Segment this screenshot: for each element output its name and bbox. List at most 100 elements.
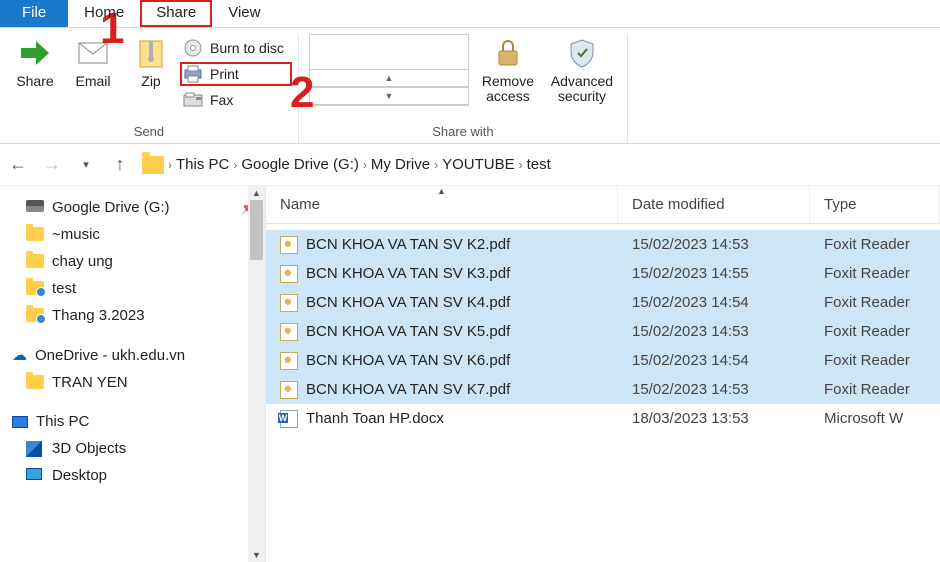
fax-button[interactable]: Fax: [180, 88, 292, 112]
desktop-icon: [26, 468, 44, 484]
tree-item[interactable]: ~music: [8, 221, 261, 248]
tree-item[interactable]: 3D Objects: [8, 435, 261, 462]
folder-shared-icon: [26, 308, 44, 324]
chevron-right-icon[interactable]: ›: [519, 158, 523, 172]
folder-shared-icon: [26, 281, 44, 297]
nav-up-button[interactable]: ↑: [108, 153, 132, 177]
tab-file[interactable]: File: [0, 0, 68, 27]
share-with-list[interactable]: ▲ ▼: [309, 34, 469, 106]
advanced-security-button[interactable]: Advanced security: [543, 34, 621, 105]
zip-label: Zip: [141, 74, 160, 89]
tree-item-label: Desktop: [52, 467, 107, 484]
disc-icon: [182, 38, 204, 58]
tree-group-onedrive[interactable]: ☁ OneDrive - ukh.edu.vn: [8, 341, 261, 369]
tree-item[interactable]: chay ung: [8, 248, 261, 275]
table-row[interactable]: BCN KHOA VA TAN SV K4.pdf15/02/2023 14:5…: [266, 288, 940, 317]
burn-label: Burn to disc: [210, 40, 284, 56]
file-date: 15/02/2023 14:53: [618, 323, 810, 340]
column-header-date[interactable]: Date modified: [618, 186, 810, 223]
column-header-type[interactable]: Type: [810, 186, 940, 223]
crumb-drive[interactable]: Google Drive (G:): [241, 156, 359, 173]
table-row[interactable]: BCN KHOA VA TAN SV K6.pdf15/02/2023 14:5…: [266, 346, 940, 375]
chevron-right-icon[interactable]: ›: [363, 158, 367, 172]
tab-share[interactable]: Share: [140, 0, 212, 27]
pdf-file-icon: [280, 236, 298, 254]
breadcrumb-folder-icon: [142, 156, 164, 174]
sort-ascending-icon: ▲: [437, 186, 446, 196]
chevron-right-icon[interactable]: ›: [168, 158, 172, 172]
file-name: BCN KHOA VA TAN SV K6.pdf: [306, 352, 510, 369]
zip-icon: [134, 36, 168, 70]
table-row[interactable]: BCN KHOA VA TAN SV K2.pdf15/02/2023 14:5…: [266, 230, 940, 259]
email-button[interactable]: Email: [64, 34, 122, 89]
tree-item[interactable]: TRAN YEN: [8, 369, 261, 396]
crumb-test[interactable]: test: [527, 156, 551, 173]
share-label: Share: [16, 74, 53, 89]
tree-item[interactable]: Google Drive (G:) 📌: [8, 194, 261, 221]
advanced-security-label: Advanced security: [543, 74, 621, 105]
file-type: Foxit Reader: [810, 323, 940, 340]
fax-icon: [182, 90, 204, 110]
body-split: Google Drive (G:) 📌 ~music chay ung test…: [0, 186, 940, 562]
file-date: 18/03/2023 13:53: [618, 410, 810, 427]
tab-view[interactable]: View: [212, 0, 276, 27]
print-label: Print: [210, 66, 239, 82]
crumb-my-drive[interactable]: My Drive: [371, 156, 430, 173]
nav-forward-button[interactable]: →: [40, 153, 64, 177]
column-label: Type: [824, 196, 857, 213]
remove-access-button[interactable]: Remove access: [473, 34, 543, 105]
tab-home[interactable]: Home: [68, 0, 140, 27]
table-row[interactable]: BCN KHOA VA TAN SV K5.pdf15/02/2023 14:5…: [266, 317, 940, 346]
column-header-name[interactable]: ▲ Name: [266, 186, 618, 223]
cloud-icon: ☁: [12, 346, 27, 364]
table-row[interactable]: Thanh Toan HP.docx18/03/2023 13:53Micros…: [266, 404, 940, 433]
file-name: BCN KHOA VA TAN SV K7.pdf: [306, 381, 510, 398]
ribbon-group-share-with: ▲ ▼ Remove access Advanced security Shar…: [299, 34, 628, 143]
share-button[interactable]: Share: [6, 34, 64, 89]
tree-item[interactable]: Desktop: [8, 462, 261, 489]
file-name: BCN KHOA VA TAN SV K3.pdf: [306, 265, 510, 282]
zip-button[interactable]: Zip: [122, 34, 180, 89]
share-icon: [18, 36, 52, 70]
print-icon: [182, 64, 204, 84]
crumb-youtube[interactable]: YOUTUBE: [442, 156, 515, 173]
nav-history-button[interactable]: ▾: [74, 153, 98, 177]
pdf-file-icon: [280, 381, 298, 399]
scroll-up-arrow[interactable]: ▲: [248, 186, 265, 200]
file-type: Foxit Reader: [810, 294, 940, 311]
share-with-scroll-up[interactable]: ▲: [310, 69, 468, 87]
tree-scrollbar[interactable]: ▲ ▼: [248, 186, 265, 562]
tree-item-label: ~music: [52, 226, 100, 243]
ribbon-tab-strip: File Home Share View: [0, 0, 940, 28]
tree-item[interactable]: Thang 3.2023: [8, 302, 261, 329]
file-type: Foxit Reader: [810, 352, 940, 369]
share-with-scroll-down[interactable]: ▼: [310, 87, 468, 105]
file-date: 15/02/2023 14:53: [618, 381, 810, 398]
cube-icon: [26, 441, 44, 457]
scroll-down-arrow[interactable]: ▼: [248, 548, 265, 562]
crumb-this-pc[interactable]: This PC: [176, 156, 229, 173]
file-type: Foxit Reader: [810, 381, 940, 398]
column-label: Date modified: [632, 196, 725, 213]
ribbon: Share Email Zip Burn to disc: [0, 28, 940, 144]
list-header: ▲ Name Date modified Type: [266, 186, 940, 224]
scroll-thumb[interactable]: [250, 200, 263, 260]
ribbon-group-send: Share Email Zip Burn to disc: [0, 34, 299, 143]
pc-icon: [12, 416, 28, 428]
table-row[interactable]: BCN KHOA VA TAN SV K7.pdf 15/02/2023 14:5…: [266, 375, 940, 404]
nav-back-button[interactable]: ←: [6, 153, 30, 177]
table-row[interactable]: BCN KHOA VA TAN SV K3.pdf15/02/2023 14:5…: [266, 259, 940, 288]
burn-to-disc-button[interactable]: Burn to disc: [180, 36, 292, 60]
chevron-right-icon[interactable]: ›: [233, 158, 237, 172]
tree-item[interactable]: test: [8, 275, 261, 302]
print-button[interactable]: Print: [180, 62, 292, 86]
tree-item-label: Google Drive (G:): [52, 199, 170, 216]
email-icon: [76, 36, 110, 70]
tree-group-this-pc[interactable]: This PC: [8, 408, 261, 435]
remove-access-label: Remove access: [473, 74, 543, 105]
tree-group-label: OneDrive - ukh.edu.vn: [35, 347, 185, 364]
list-rows: BCN KHOA VA TAN SV K2.pdf 15/02/2023 14:5…: [266, 224, 940, 433]
file-name: BCN KHOA VA TAN SV K2.pdf: [306, 236, 510, 253]
word-file-icon: [280, 410, 298, 428]
chevron-right-icon[interactable]: ›: [434, 158, 438, 172]
